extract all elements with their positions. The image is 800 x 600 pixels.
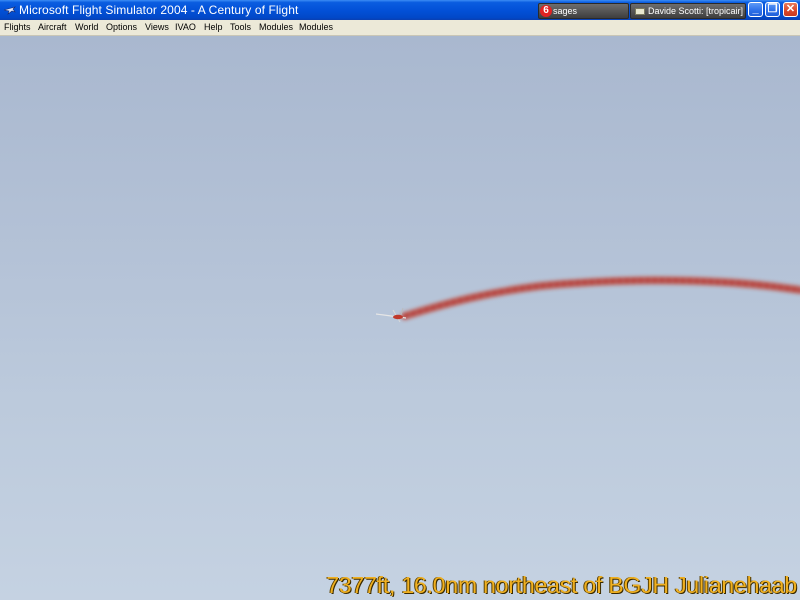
mail-icon — [635, 8, 645, 15]
menu-tools[interactable]: Tools — [230, 22, 251, 32]
menu-options[interactable]: Options — [106, 22, 137, 32]
menu-flights[interactable]: Flights — [4, 22, 31, 32]
menu-world[interactable]: World — [75, 22, 98, 32]
menu-bar: Flights Aircraft World Options Views IVA… — [0, 20, 800, 36]
smoke-trail — [400, 275, 800, 321]
minimize-button[interactable]: _ — [748, 2, 763, 17]
flight-view[interactable]: 7377ft, 16.0nm northeast of BGJH Juliane… — [0, 36, 800, 600]
menu-modules-2[interactable]: Modules — [299, 22, 333, 32]
maximize-button[interactable]: ❐ — [765, 2, 780, 17]
menu-modules[interactable]: Modules — [259, 22, 293, 32]
menu-help[interactable]: Help — [204, 22, 223, 32]
window-title-bar[interactable]: Microsoft Flight Simulator 2004 - A Cent… — [0, 0, 800, 20]
fs2004-plane-icon — [3, 6, 16, 15]
red-app-icon: 6 — [540, 5, 552, 17]
menu-ivao[interactable]: IVAO — [175, 22, 196, 32]
position-status-text: 7377ft, 16.0nm northeast of BGJH Juliane… — [326, 572, 797, 598]
close-button[interactable]: ✕ — [783, 2, 798, 17]
menu-views[interactable]: Views — [145, 22, 169, 32]
taskbar-button-messages[interactable]: 6 sages — [538, 3, 629, 19]
menu-aircraft[interactable]: Aircraft — [38, 22, 67, 32]
window-title: Microsoft Flight Simulator 2004 - A Cent… — [19, 3, 299, 17]
taskbar-button-label: sages — [553, 6, 578, 16]
taskbar-button-mail[interactable]: Davide Scotti: [tropicair] A — [630, 3, 746, 19]
sky-scene — [375, 275, 800, 323]
taskbar-button-label: Davide Scotti: [tropicair] A — [648, 6, 746, 16]
